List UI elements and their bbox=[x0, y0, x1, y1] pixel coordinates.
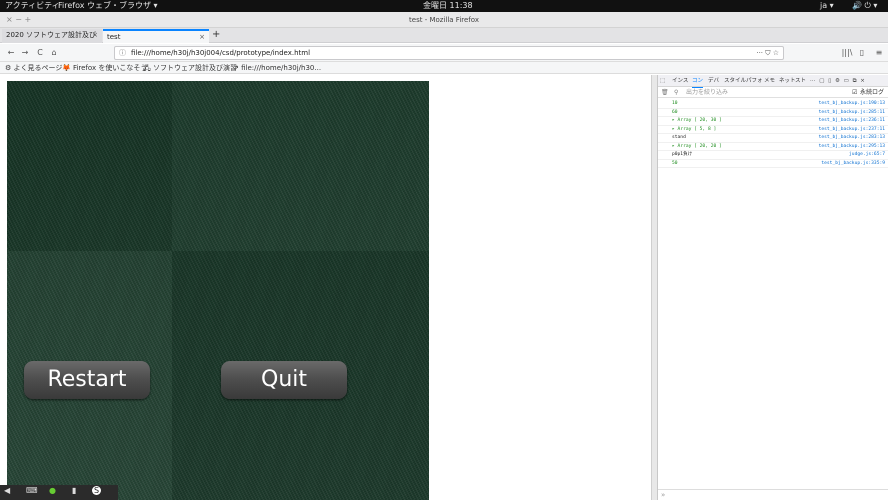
restart-button[interactable]: Restart bbox=[24, 361, 150, 399]
log-source-link[interactable]: test_bj_backup.js:335:9 bbox=[821, 160, 885, 169]
tab-label: 2020 ソフトウェア設計及び bbox=[6, 31, 97, 39]
tab-course[interactable]: 2020 ソフトウェア設計及び × bbox=[2, 29, 102, 43]
console-log-row: 10 test_bj_backup.js:190:13 bbox=[658, 100, 888, 109]
persist-log-checkbox[interactable]: ☑ bbox=[852, 87, 857, 98]
trash-icon[interactable]: 🗑 bbox=[661, 87, 669, 98]
devtools-tab-bar: ⬚ インス コン デバ スタイル パフォ メモ ネット スト ⋯ ▢ ▯ ⚙ ▭… bbox=[658, 75, 888, 88]
bookmarks-toolbar: ⚙ よく見るページ 🦊 Firefox を使いこなそう 🖧 ソフトウェア設計及び… bbox=[0, 62, 888, 74]
system-tray[interactable]: 🔊 ⏻ ▾ bbox=[852, 0, 877, 12]
system-top-bar: アクティビティ Firefox ウェブ・ブラウザ ▾ 金曜日 11:38 ja … bbox=[0, 0, 888, 12]
console-log-row: 60 test_bj_backup.js:285:11 bbox=[658, 109, 888, 118]
felt-tile bbox=[7, 81, 172, 251]
felt-tile bbox=[172, 81, 429, 251]
app-menu[interactable]: Firefox ウェブ・ブラウザ ▾ bbox=[58, 0, 158, 12]
window-titlebar: × − + test - Mozilla Firefox bbox=[0, 12, 888, 28]
console-log-row: p0p1負け judge.js:65:7 bbox=[658, 151, 888, 160]
persist-log-label: 永続ログ bbox=[860, 89, 885, 96]
taskbar-dock: ◀ ⌨ ● ▮ S bbox=[0, 485, 118, 500]
forward-button[interactable]: → bbox=[18, 46, 32, 60]
url-bar[interactable]: ⓘ file:///home/h30j/h30j004/csd/prototyp… bbox=[114, 46, 784, 60]
console-input[interactable]: » bbox=[658, 489, 888, 500]
new-tab-button[interactable]: + bbox=[212, 28, 220, 42]
devtools-toolbar-icons[interactable]: ⋯ ▢ ▯ ⚙ ▭ ⧉ × bbox=[810, 75, 866, 87]
log-message: 10 bbox=[672, 101, 678, 106]
bookmark-course[interactable]: 🖧 ソフトウェア設計及び演習 bbox=[143, 62, 237, 74]
dock-item-s[interactable]: S bbox=[92, 486, 102, 495]
devtools-tab-inspector[interactable]: インス bbox=[672, 75, 688, 87]
tab-label: test bbox=[107, 33, 121, 41]
log-source-link[interactable]: judge.js:65:7 bbox=[849, 151, 885, 160]
tab-test[interactable]: test × bbox=[103, 29, 209, 43]
log-source-link[interactable]: test_bj_backup.js:190:13 bbox=[819, 100, 885, 109]
nav-toolbar: ← → C ⌂ ⓘ file:///home/h30j/h30j004/csd/… bbox=[0, 44, 888, 62]
bookmark-file[interactable]: ⇗ file:///home/h30j/h30... bbox=[233, 62, 321, 74]
devtools-tab-debugger[interactable]: デバ bbox=[708, 75, 719, 87]
log-source-link[interactable]: test_bj_backup.js:285:11 bbox=[819, 109, 885, 118]
devtools-tab-style[interactable]: スタイル bbox=[724, 75, 746, 87]
clock[interactable]: 金曜日 11:38 bbox=[423, 0, 473, 12]
info-icon[interactable]: ⓘ bbox=[119, 47, 126, 59]
log-message: ▸ Array [ 20, 20 ] bbox=[672, 143, 722, 149]
log-source-link[interactable]: test_bj_backup.js:283:13 bbox=[819, 134, 885, 143]
devtools-tab-memory[interactable]: メモ bbox=[764, 75, 775, 87]
log-source-link[interactable]: test_bj_backup.js:295:13 bbox=[819, 143, 885, 152]
sidebar-icon[interactable]: ▯ bbox=[855, 46, 869, 60]
devtools-tab-performance[interactable]: パフォ bbox=[746, 75, 763, 87]
page-content: Restart Quit ◀ ⌨ ● ▮ S bbox=[0, 75, 652, 500]
console-filter-bar: 🗑 ⚲ 出力を絞り込み ☑ 永続ログ bbox=[658, 87, 888, 98]
console-log-row: ▸ Array [ 20, 20 ] test_bj_backup.js:295:… bbox=[658, 143, 888, 152]
back-button[interactable]: ← bbox=[4, 46, 18, 60]
reload-button[interactable]: C bbox=[33, 46, 47, 60]
bookmark-most-visited[interactable]: ⚙ よく見るページ bbox=[5, 62, 62, 74]
window-title: test - Mozilla Firefox bbox=[409, 16, 479, 24]
close-icon[interactable]: × bbox=[92, 29, 98, 42]
home-button[interactable]: ⌂ bbox=[47, 46, 61, 60]
log-source-link[interactable]: test_bj_backup.js:236:11 bbox=[819, 117, 885, 126]
devtools-tab-network[interactable]: ネット bbox=[779, 75, 796, 87]
language-indicator[interactable]: ja ▾ bbox=[820, 0, 834, 12]
log-message: stand bbox=[672, 135, 686, 140]
filter-icon: ⚲ bbox=[674, 89, 679, 96]
console-log-row: 50 test_bj_backup.js:335:9 bbox=[658, 160, 888, 169]
dock-item-app[interactable]: ● bbox=[49, 486, 56, 495]
console-log-row: stand test_bj_backup.js:283:13 bbox=[658, 134, 888, 143]
log-message: 50 bbox=[672, 160, 678, 166]
devtools-tab-storage[interactable]: スト bbox=[795, 75, 806, 87]
log-source-link[interactable]: test_bj_backup.js:237:11 bbox=[819, 126, 885, 135]
page-actions[interactable]: ··· ⛉ ☆ bbox=[756, 47, 779, 59]
dock-item-bar[interactable]: ▮ bbox=[72, 486, 76, 495]
dock-item-keyboard[interactable]: ⌨ bbox=[26, 486, 38, 495]
url-text: file:///home/h30j/h30j004/csd/prototype/… bbox=[131, 49, 311, 57]
dock-item-back[interactable]: ◀ bbox=[4, 486, 10, 495]
game-canvas[interactable]: Restart Quit bbox=[7, 81, 429, 500]
tab-strip: 2020 ソフトウェア設計及び × test × + bbox=[0, 28, 888, 43]
devtools-panel: ⬚ インス コン デバ スタイル パフォ メモ ネット スト ⋯ ▢ ▯ ⚙ ▭… bbox=[657, 75, 888, 500]
quit-button[interactable]: Quit bbox=[221, 361, 347, 399]
activities-button[interactable]: アクティビティ bbox=[5, 0, 60, 12]
console-log-row: ▸ Array [ 5, 8 ] test_bj_backup.js:237:11 bbox=[658, 126, 888, 135]
bookmark-firefox-tips[interactable]: 🦊 Firefox を使いこなそう bbox=[62, 62, 147, 74]
log-message: 60 bbox=[672, 109, 678, 115]
log-message: ▸ Array [ 20, 30 ] bbox=[672, 118, 722, 123]
console-filter-input[interactable]: 出力を絞り込み bbox=[686, 87, 728, 98]
console-log-row: ▸ Array [ 20, 30 ] test_bj_backup.js:236:… bbox=[658, 117, 888, 126]
library-icon[interactable]: |||\ bbox=[840, 46, 854, 60]
log-message: ▸ Array [ 5, 8 ] bbox=[672, 126, 717, 132]
log-message: p0p1負け bbox=[672, 152, 693, 157]
menu-icon[interactable]: ≡ bbox=[872, 46, 886, 60]
pick-element-icon[interactable]: ⬚ bbox=[660, 75, 665, 87]
close-icon[interactable]: × bbox=[199, 31, 205, 43]
